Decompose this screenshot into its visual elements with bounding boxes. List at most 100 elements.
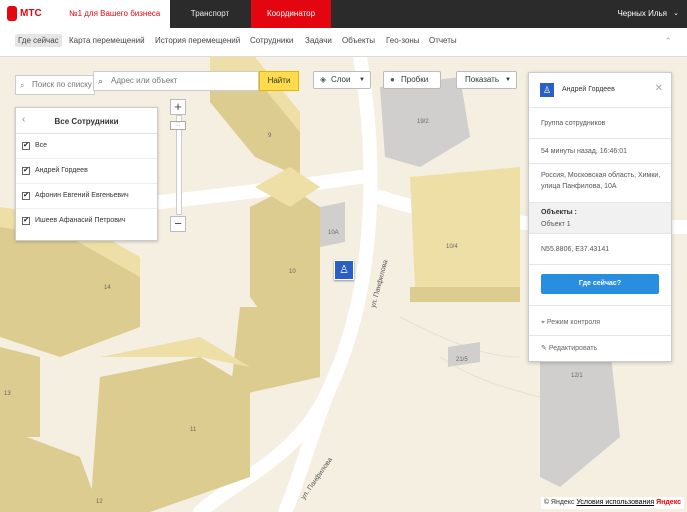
tab-coordinator-label: Координатор <box>266 9 316 18</box>
yandex-logo: Яндекс <box>656 499 681 506</box>
employees-panel-title: Все Сотрудники <box>54 117 119 126</box>
employee-address: Россия, Московская область, Химки, улица… <box>541 172 661 190</box>
nav-employees[interactable]: Сотрудники <box>250 36 293 45</box>
chevron-up-icon[interactable]: ⌃ <box>664 36 672 47</box>
find-button[interactable]: Найти <box>259 71 299 91</box>
employee-row[interactable]: ✔ Ишеев Афанасий Петрович <box>16 209 157 233</box>
crosshair-icon: ⌖ <box>541 319 545 326</box>
nav-bar: Где сейчас Карта перемещений История пер… <box>0 28 687 57</box>
info-group-section: Группа сотрудников <box>529 108 671 139</box>
zoom-out-button[interactable]: − <box>170 216 186 232</box>
employee-row[interactable]: ✔ Афонин Евгений Евгеньевич <box>16 184 157 209</box>
employee-row[interactable]: ✔ Андрей Гордеев <box>16 159 157 184</box>
edit-link[interactable]: ✎ Редактировать <box>541 344 597 352</box>
zoom-slider-handle[interactable]: ::: <box>170 121 186 130</box>
employee-info-card: ♙ Андрей Гордеев ✕ Группа сотрудников 54… <box>528 72 672 362</box>
building-label: 12 <box>96 499 103 505</box>
nav-tasks[interactable]: Задачи <box>305 36 332 45</box>
where-now-button[interactable]: Где сейчас? <box>541 274 659 294</box>
employees-panel-header: ‹ Все Сотрудники <box>16 108 157 134</box>
traffic-button[interactable]: ● Пробки <box>383 71 441 89</box>
checkbox[interactable]: ✔ <box>22 192 30 200</box>
info-address-section: Россия, Московская область, Химки, улица… <box>529 164 671 203</box>
address-search-field[interactable]: ⌕ <box>93 71 259 91</box>
slogan: №1 для Вашего бизнеса <box>69 9 161 18</box>
employee-row[interactable]: ✔ Все <box>16 134 157 159</box>
zoom-in-button[interactable]: + <box>170 99 186 115</box>
last-seen-time: 54 минуты назад, 16:46:01 <box>541 148 628 155</box>
list-search-input[interactable] <box>30 79 96 90</box>
building-label: 21/5 <box>456 357 468 363</box>
building-label: 10/4 <box>446 244 458 250</box>
nav-movement-history[interactable]: История перемещений <box>155 36 240 45</box>
chevron-down-icon: ▼ <box>359 77 365 83</box>
info-coords-section: N55.8806, E37.43141 <box>529 234 671 265</box>
edit-label: Редактировать <box>548 345 598 352</box>
list-search-field[interactable]: ⌕ <box>15 75 96 95</box>
building-label: 10 <box>289 269 296 275</box>
nav-movement-map[interactable]: Карта перемещений <box>69 36 145 45</box>
traffic-icon: ● <box>390 75 395 84</box>
chevron-down-icon: ▼ <box>505 77 511 83</box>
terms-link[interactable]: Условия использования <box>576 499 654 506</box>
nav-objects[interactable]: Объекты <box>342 36 375 45</box>
layers-label: Слои <box>331 75 351 84</box>
person-icon: ♙ <box>540 83 554 97</box>
brand-area[interactable]: МТС №1 для Вашего бизнеса <box>0 0 170 28</box>
search-icon: ⌕ <box>98 76 104 86</box>
mts-logo-icon <box>7 6 17 21</box>
employee-name: Андрей Гордеев <box>562 86 615 93</box>
building-label: 12/1 <box>571 373 583 379</box>
layers-button[interactable]: ◈ Слои ▼ <box>313 71 371 89</box>
objects-value: Объект 1 <box>541 221 571 228</box>
info-time-section: 54 минуты назад, 16:46:01 <box>529 139 671 164</box>
divider <box>529 304 671 306</box>
building-label: 14 <box>104 285 111 291</box>
logo-text: МТС <box>20 8 42 19</box>
employee-name: Все <box>35 142 48 149</box>
building-label: 10А <box>328 230 339 236</box>
show-label: Показать <box>465 75 500 84</box>
control-mode-link[interactable]: ⌖ Режим контроля <box>541 319 600 327</box>
map-copyright: © Яндекс Условия использования Яндекс <box>540 497 684 509</box>
employee-name: Ишеев Афанасий Петрович <box>35 217 126 224</box>
map[interactable]: 9 10А 10 14 11 12 13 19/2 10/4 21/5 12/1… <box>0 57 687 512</box>
divider <box>529 334 671 336</box>
employee-group: Группа сотрудников <box>541 120 606 127</box>
nav-geozones[interactable]: Гео-зоны <box>386 36 420 45</box>
user-name: Черных Илья <box>617 9 667 18</box>
traffic-label: Пробки <box>401 75 429 84</box>
coordinates: N55.8806, E37.43141 <box>541 246 610 253</box>
tab-transport-label: Транспорт <box>190 9 230 18</box>
layers-icon: ◈ <box>320 75 327 84</box>
employee-name: Андрей Гордеев <box>35 167 88 174</box>
copyright-text: © Яндекс <box>543 499 575 506</box>
checkbox[interactable]: ✔ <box>22 167 30 175</box>
info-objects-section: Объекты : Объект 1 <box>529 203 671 234</box>
objects-label: Объекты : <box>541 209 577 216</box>
info-card-header: ♙ Андрей Гордеев ✕ <box>529 73 671 108</box>
nav-where-now[interactable]: Где сейчас <box>15 34 62 47</box>
employees-panel: ‹ Все Сотрудники ✔ Все ✔ Андрей Гордеев … <box>15 107 158 241</box>
address-search-input[interactable] <box>109 75 259 86</box>
building-label: 19/2 <box>417 119 429 125</box>
pencil-icon: ✎ <box>541 345 547 352</box>
control-mode-label: Режим контроля <box>546 319 601 326</box>
chevron-down-icon[interactable]: ⌄ <box>673 9 679 17</box>
zoom-slider-track[interactable] <box>176 115 182 215</box>
tab-coordinator[interactable]: Координатор <box>251 0 331 28</box>
checkbox[interactable]: ✔ <box>22 142 30 150</box>
user-menu[interactable]: Черных Илья <box>617 0 667 28</box>
search-icon: ⌕ <box>20 81 25 90</box>
show-button[interactable]: Показать ▼ <box>456 71 517 89</box>
top-bar: МТС №1 для Вашего бизнеса Транспорт Коор… <box>0 0 687 28</box>
close-icon[interactable]: ✕ <box>655 83 663 94</box>
building-label: 9 <box>268 133 272 139</box>
person-marker-icon[interactable]: ♙ <box>334 260 354 280</box>
nav-reports[interactable]: Отчеты <box>429 36 457 45</box>
checkbox[interactable]: ✔ <box>22 217 30 225</box>
tab-transport[interactable]: Транспорт <box>170 0 250 28</box>
employee-name: Афонин Евгений Евгеньевич <box>35 192 129 199</box>
building-label: 13 <box>4 391 11 397</box>
building-label: 11 <box>190 427 197 433</box>
